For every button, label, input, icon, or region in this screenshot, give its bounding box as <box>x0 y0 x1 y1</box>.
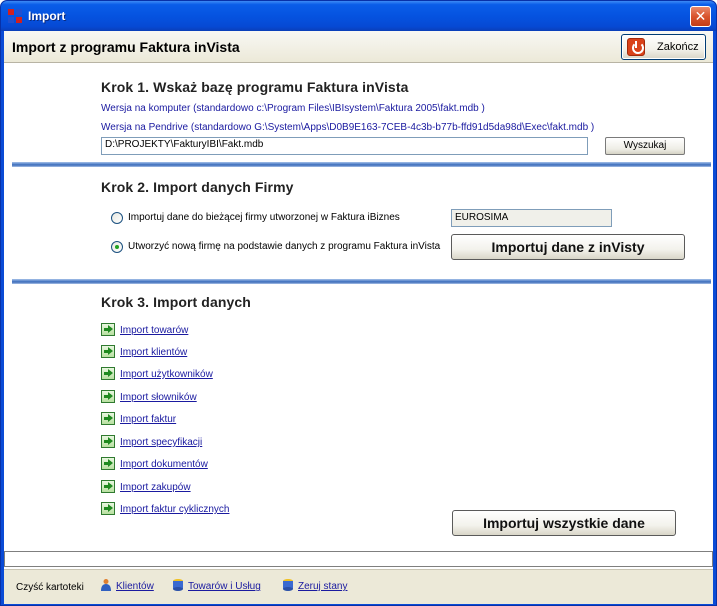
import-item-purchases[interactable]: Import zakupów <box>101 480 301 496</box>
close-icon: ✕ <box>694 8 707 24</box>
import-link[interactable]: Import faktur <box>120 414 176 425</box>
radio-new[interactable] <box>111 241 123 253</box>
finish-button-label: Zakończ <box>657 41 699 53</box>
radio-existing[interactable] <box>111 212 123 224</box>
finish-button[interactable]: Zakończ <box>621 34 706 60</box>
window-close-button[interactable]: ✕ <box>690 6 711 27</box>
firm-name-field[interactable]: EUROSIMA <box>451 209 612 227</box>
hint-pendrive-path: Wersja na Pendrive (standardowo G:\Syste… <box>101 122 595 133</box>
arrow-right-icon <box>101 480 115 493</box>
radio-existing-label: Importuj dane do bieżącej firmy utworzon… <box>128 212 400 223</box>
divider-2 <box>12 279 711 284</box>
arrow-right-icon <box>101 435 115 448</box>
import-link[interactable]: Import dokumentów <box>120 459 208 470</box>
status-bar <box>4 551 713 567</box>
arrow-right-icon <box>101 390 115 403</box>
clear-goods-link[interactable]: Towarów i Usług <box>188 581 261 592</box>
import-link[interactable]: Import towarów <box>120 325 188 336</box>
import-item-recurring-invoices[interactable]: Import faktur cyklicznych <box>101 502 301 518</box>
import-item-documents[interactable]: Import dokumentów <box>101 457 301 473</box>
import-item-specifications[interactable]: Import specyfikacji <box>101 435 301 451</box>
radio-new-label: Utworzyć nową firmę na podstawie danych … <box>128 241 441 252</box>
import-link[interactable]: Import zakupów <box>120 482 191 493</box>
import-item-users[interactable]: Import użytkowników <box>101 367 301 383</box>
search-button[interactable]: Wyszukaj <box>605 137 685 155</box>
import-link[interactable]: Import słowników <box>120 392 197 403</box>
power-icon <box>627 38 645 56</box>
arrow-right-icon <box>101 502 115 515</box>
page-title: Import z programu Faktura inVista <box>12 39 240 55</box>
database-icon <box>173 579 183 591</box>
divider-1 <box>12 162 711 167</box>
import-from-invista-button[interactable]: Importuj dane z inVisty <box>451 234 685 260</box>
arrow-right-icon <box>101 412 115 425</box>
import-item-goods[interactable]: Import towarów <box>101 323 301 339</box>
import-link[interactable]: Import użytkowników <box>120 369 213 380</box>
clear-clients-link[interactable]: Klientów <box>116 581 154 592</box>
arrow-right-icon <box>101 345 115 358</box>
clear-records-caption: Czyść kartoteki <box>16 582 84 593</box>
window-content: Import z programu Faktura inVista Zakońc… <box>4 31 713 604</box>
page-header: Import z programu Faktura inVista Zakońc… <box>4 31 713 63</box>
arrow-right-icon <box>101 367 115 380</box>
import-link[interactable]: Import klientów <box>120 347 187 358</box>
import-all-button[interactable]: Importuj wszystkie dane <box>452 510 676 536</box>
title-bar[interactable]: Import ✕ <box>1 1 716 31</box>
person-icon <box>101 579 111 591</box>
app-icon <box>8 9 22 23</box>
window-title: Import <box>28 9 66 23</box>
step1-title: Krok 1. Wskaż bazę programu Faktura inVi… <box>101 79 409 95</box>
arrow-right-icon <box>101 457 115 470</box>
hint-computer-path: Wersja na komputer (standardowo c:\Progr… <box>101 103 485 114</box>
import-item-invoices[interactable]: Import faktur <box>101 412 301 428</box>
database-path-input[interactable]: D:\PROJEKTY\FakturyIBI\Fakt.mdb <box>101 137 588 155</box>
import-link[interactable]: Import specyfikacji <box>120 437 202 448</box>
import-link[interactable]: Import faktur cyklicznych <box>120 504 229 515</box>
step2-title: Krok 2. Import danych Firmy <box>101 179 294 195</box>
import-item-clients[interactable]: Import klientów <box>101 345 301 361</box>
import-item-dictionaries[interactable]: Import słowników <box>101 390 301 406</box>
import-window: Import ✕ Import z programu Faktura inVis… <box>0 0 717 606</box>
arrow-right-icon <box>101 323 115 336</box>
footer-bar: Czyść kartoteki Klientów Towarów i Usług… <box>4 569 713 604</box>
database-icon <box>283 579 293 591</box>
step3-title: Krok 3. Import danych <box>101 294 251 310</box>
reset-stock-link[interactable]: Zeruj stany <box>298 581 347 592</box>
